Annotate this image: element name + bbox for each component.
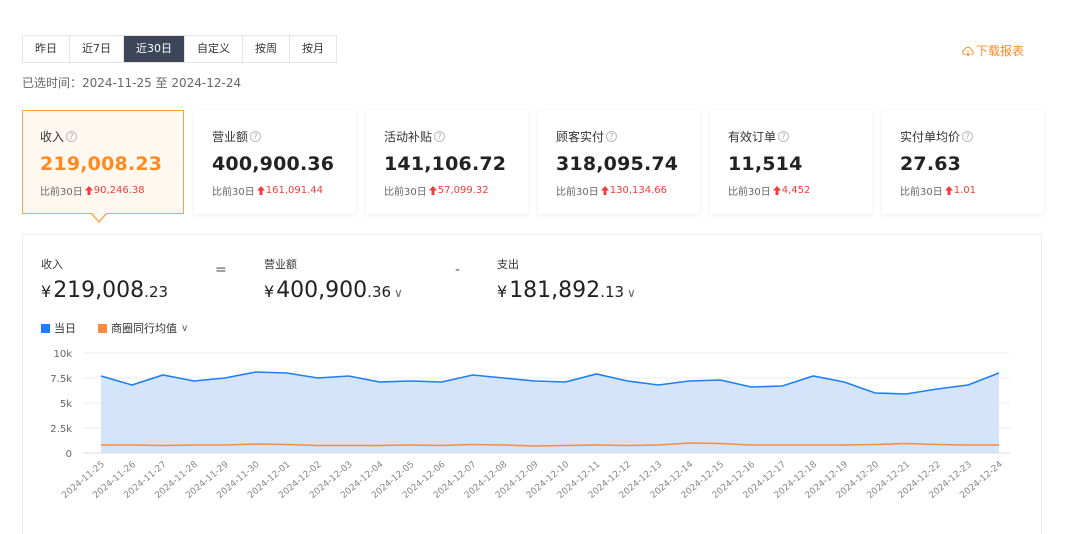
tab-custom[interactable]: 自定义: [185, 36, 243, 62]
metric-label: 顾客实付: [556, 130, 605, 144]
currency-symbol: ¥: [497, 282, 508, 301]
metric-label: 活动补贴: [384, 130, 433, 144]
arrow-up-icon: [84, 186, 93, 195]
metric-card-valid-orders[interactable]: 有效订单? 11,514 比前30日 4,452: [710, 110, 872, 214]
compare-label: 比前30日: [212, 187, 255, 198]
legend-swatch: [41, 323, 50, 333]
value-integer: 181,892: [509, 278, 601, 303]
compare-label: 比前30日: [900, 187, 943, 198]
value-integer: 400,900: [276, 278, 368, 303]
metric-value: 141,106.72: [384, 153, 507, 175]
expense-formula-dropdown[interactable]: ¥181,892.13 ∨: [497, 278, 636, 303]
tab-last-7-days[interactable]: 近7日: [70, 36, 124, 62]
tab-by-month[interactable]: 按月: [290, 36, 336, 62]
chevron-down-icon: ∨: [394, 286, 403, 300]
help-icon[interactable]: ?: [606, 131, 618, 142]
arrow-up-icon: [600, 186, 609, 195]
chart-legend: 当日 商圈同行均值 ∨: [41, 320, 188, 336]
metric-label: 营业额: [212, 130, 249, 144]
metric-card-subsidy[interactable]: 活动补贴? 141,106.72 比前30日 57,099.32: [366, 110, 528, 214]
metric-card-income[interactable]: 收入? 219,008.23 比前30日 90,246.38: [22, 110, 184, 214]
download-report-label: 下载报表: [976, 44, 1025, 58]
metric-value: 27.63: [900, 153, 962, 175]
download-report-button[interactable]: 下载报表: [962, 42, 1024, 59]
currency-symbol: ¥: [41, 282, 52, 301]
legend-label: 商圈同行均值: [111, 322, 177, 335]
compare-delta: 57,099.32: [437, 185, 489, 196]
value-integer: 219,008: [53, 278, 145, 303]
arrow-up-icon: [256, 186, 265, 195]
compare-label: 比前30日: [40, 187, 83, 198]
legend-item-peer-average[interactable]: 商圈同行均值 ∨: [98, 320, 188, 336]
compare-delta: 161,091.44: [265, 185, 323, 196]
active-card-pointer: [91, 213, 107, 223]
tab-last-30-days[interactable]: 近30日: [124, 36, 185, 62]
minus-sign: -: [455, 262, 461, 278]
help-icon[interactable]: ?: [250, 131, 262, 142]
currency-symbol: ¥: [264, 282, 275, 301]
help-icon[interactable]: ?: [434, 131, 446, 142]
compare-delta: 130,134.66: [609, 185, 667, 196]
revenue-formula-label: 营业额: [264, 258, 297, 271]
metric-label: 实付单均价: [900, 130, 961, 144]
help-icon[interactable]: ?: [962, 131, 974, 142]
metric-value: 11,514: [728, 153, 803, 175]
metric-label: 有效订单: [728, 130, 777, 144]
compare-label: 比前30日: [556, 187, 599, 198]
help-icon[interactable]: ?: [66, 131, 78, 142]
value-decimal: .23: [144, 283, 169, 301]
arrow-up-icon: [772, 186, 781, 195]
legend-label: 当日: [54, 322, 76, 335]
tab-by-week[interactable]: 按周: [243, 36, 290, 62]
chevron-down-icon: ∨: [627, 286, 636, 300]
compare-delta: 90,246.38: [93, 185, 145, 196]
compare-delta: 1.01: [953, 185, 976, 196]
expense-formula-label: 支出: [497, 258, 519, 271]
chevron-down-icon[interactable]: ∨: [181, 323, 188, 334]
help-icon[interactable]: ?: [778, 131, 790, 142]
metric-value: 400,900.36: [212, 153, 335, 175]
income-formula-label: 收入: [41, 258, 63, 271]
income-formula-value: ¥219,008.23: [41, 278, 168, 303]
equals-sign: =: [215, 262, 227, 278]
compare-label: 比前30日: [384, 187, 427, 198]
metric-card-avg-order-price[interactable]: 实付单均价? 27.63 比前30日 1.01: [882, 110, 1044, 214]
arrow-up-icon: [428, 186, 437, 195]
cloud-download-icon: [962, 46, 974, 56]
legend-swatch: [98, 323, 107, 333]
value-decimal: .36: [367, 283, 392, 301]
arrow-up-icon: [944, 186, 953, 195]
metric-card-customer-paid[interactable]: 顾客实付? 318,095.74 比前30日 130,134.66: [538, 110, 700, 214]
selected-time-range: 已选时间：2024-11-25 至 2024-12-24: [22, 76, 242, 90]
metric-value: 219,008.23: [40, 153, 163, 175]
metric-card-revenue[interactable]: 营业额? 400,900.36 比前30日 161,091.44: [194, 110, 356, 214]
date-range-tabs: 昨日 近7日 近30日 自定义 按周 按月: [22, 35, 337, 63]
revenue-formula-dropdown[interactable]: ¥400,900.36 ∨: [264, 278, 403, 303]
metric-value: 318,095.74: [556, 153, 679, 175]
compare-label: 比前30日: [728, 187, 771, 198]
metric-label: 收入: [40, 130, 65, 144]
compare-delta: 4,452: [781, 185, 811, 196]
legend-item-daily[interactable]: 当日: [41, 320, 76, 336]
tab-yesterday[interactable]: 昨日: [23, 36, 70, 62]
value-decimal: .13: [600, 283, 625, 301]
